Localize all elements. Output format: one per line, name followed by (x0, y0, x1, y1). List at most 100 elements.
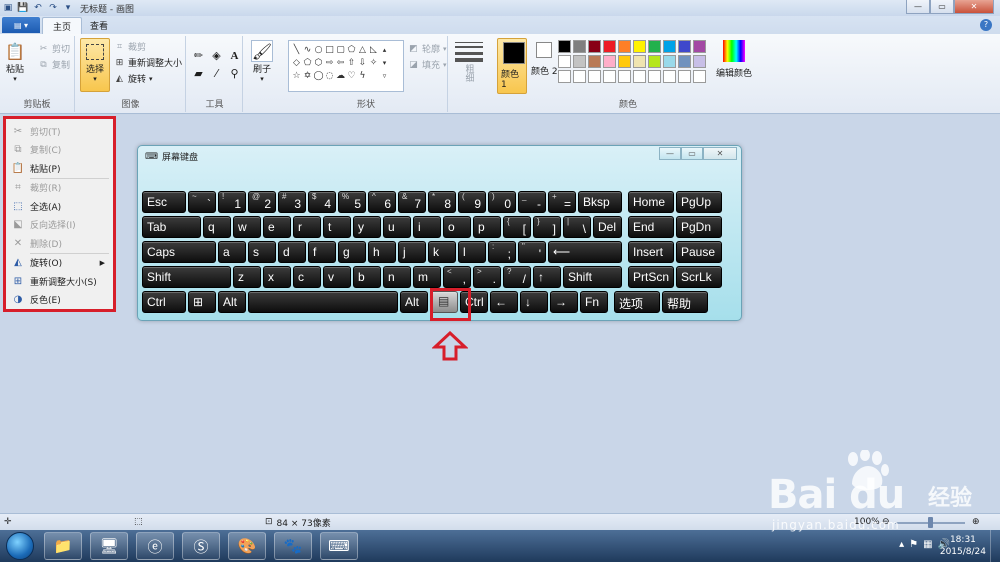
triangle-shape-icon[interactable]: △ (357, 43, 368, 56)
osk-key[interactable]: Pause (676, 241, 722, 263)
osk-key[interactable]: _ - (518, 191, 546, 213)
palette-swatch[interactable] (678, 70, 691, 83)
pentagon-shape-icon[interactable]: ⬠ (302, 56, 313, 69)
osk-key[interactable]: j (398, 241, 426, 263)
brushes-button[interactable]: 🖌 刷子 ▾ (251, 40, 273, 83)
minimize-button[interactable]: — (906, 0, 930, 14)
osk-key[interactable]: → (550, 291, 578, 313)
palette-swatch[interactable] (573, 40, 586, 53)
osk-key[interactable]: Alt (218, 291, 246, 313)
osk-key[interactable]: g (338, 241, 366, 263)
shapes-gallery[interactable]: ╲ ∿ ○ □ ▢ ⬠ △ ◺ ▴ ◇ ⬠ ⬡ ⇨ ⇦ ⇧ ⇩ ✧ ▾ ☆ ✡ ◯ ◌ ☁ ♡ ϟ ▿ (288, 40, 404, 92)
polygon-shape-icon[interactable]: ⬠ (346, 43, 357, 56)
osk-key[interactable]: Caps (142, 241, 216, 263)
palette-swatch[interactable] (558, 70, 571, 83)
osk-key[interactable]: t (323, 216, 351, 238)
osk-key[interactable]: <, (443, 266, 471, 288)
osk-key[interactable]: w (233, 216, 261, 238)
osk-key[interactable]: ⊞ (188, 291, 216, 313)
osk-close-button[interactable]: ✕ (703, 147, 737, 160)
paint-menu-button[interactable]: ▤ ▾ (2, 17, 40, 33)
osk-key[interactable]: Tab (142, 216, 201, 238)
context-menu-item[interactable]: ⧉ 复制(C) (8, 141, 111, 160)
palette-swatch[interactable] (663, 40, 676, 53)
context-menu-item[interactable]: ✕ 删除(D) (8, 234, 111, 253)
copy-button[interactable]: ⧉ 复制 (38, 58, 70, 72)
osk-key[interactable]: PrtScn (628, 266, 674, 288)
osk-key[interactable]: Insert (628, 241, 674, 263)
palette-swatch[interactable] (648, 70, 661, 83)
color-palette[interactable] (558, 40, 706, 83)
osk-key[interactable]: u (383, 216, 411, 238)
osk-key[interactable]: Del (593, 216, 622, 238)
right-arrow-shape-icon[interactable]: ⇨ (324, 56, 335, 69)
oval-shape-icon[interactable]: ○ (313, 43, 324, 56)
osk-key[interactable]: i (413, 216, 441, 238)
osk-key[interactable]: a (218, 241, 246, 263)
palette-swatch[interactable] (618, 55, 631, 68)
palette-swatch[interactable] (678, 55, 691, 68)
osk-key[interactable]: s (248, 241, 276, 263)
osk-key[interactable]: End (628, 216, 674, 238)
fill-bucket-icon[interactable]: ◈ (209, 48, 224, 63)
osk-key[interactable] (248, 291, 398, 313)
diamond-shape-icon[interactable]: ◇ (291, 56, 302, 69)
palette-swatch[interactable] (603, 40, 616, 53)
six-point-star-icon[interactable]: ✡ (302, 69, 313, 82)
five-point-star-icon[interactable]: ☆ (291, 69, 302, 82)
hexagon-shape-icon[interactable]: ⬡ (313, 56, 324, 69)
undo-icon[interactable]: ↶ (32, 2, 44, 14)
osk-minimize-button[interactable]: — (659, 147, 681, 160)
color2-button[interactable]: 颜色 2 (531, 42, 558, 77)
close-button[interactable]: ✕ (954, 0, 994, 14)
osk-key[interactable]: Esc (142, 191, 186, 213)
osk-key[interactable]: z (233, 266, 261, 288)
lightning-shape-icon[interactable]: ϟ (357, 69, 368, 82)
resize-button[interactable]: ⊞ 重新调整大小 (114, 56, 182, 70)
osk-taskbar-icon[interactable]: ⌨ (320, 532, 358, 560)
oval-callout-icon[interactable]: ◌ (324, 69, 335, 82)
system-clock[interactable]: 18:31 2015/8/24 (940, 534, 986, 558)
osk-key[interactable]: 选项 (614, 291, 660, 313)
palette-swatch[interactable] (648, 40, 661, 53)
palette-swatch[interactable] (663, 70, 676, 83)
scroll-down-icon[interactable]: ▾ (379, 56, 390, 69)
context-menu-item[interactable]: 📋 粘贴(P) (8, 159, 111, 178)
osk-key[interactable]: q (203, 216, 231, 238)
curve-shape-icon[interactable]: ∿ (302, 43, 313, 56)
outline-button[interactable]: ◩ 轮廓 ▾ (408, 42, 446, 56)
osk-key[interactable]: p (473, 216, 501, 238)
osk-key[interactable]: v (323, 266, 351, 288)
osk-key[interactable]: >. (473, 266, 501, 288)
palette-swatch[interactable] (693, 40, 706, 53)
osk-key[interactable]: ^ 6 (368, 191, 396, 213)
context-menu-item[interactable]: ⌗ 裁剪(R) (8, 179, 111, 198)
osk-key[interactable]: Shift (563, 266, 622, 288)
osk-key[interactable]: f (308, 241, 336, 263)
palette-swatch[interactable] (633, 55, 646, 68)
pencil-icon[interactable]: ✏ (191, 48, 206, 63)
control-panel-taskbar-icon[interactable]: 🖥 (90, 532, 128, 560)
osk-key[interactable]: (9 (458, 191, 486, 213)
osk-key[interactable]: r (293, 216, 321, 238)
osk-key[interactable]: {[ (503, 216, 531, 238)
paint-app-icon[interactable]: ▣ (2, 2, 14, 14)
sogou-taskbar-icon[interactable]: Ⓢ (182, 532, 220, 560)
line-shape-icon[interactable]: ╲ (291, 43, 302, 56)
palette-swatch[interactable] (558, 40, 571, 53)
rotate-button[interactable]: ◭ 旋转 ▾ (114, 72, 153, 86)
osk-key[interactable]: ↓ (520, 291, 548, 313)
tab-view[interactable]: 查看 (80, 17, 118, 34)
palette-swatch[interactable] (678, 40, 691, 53)
left-arrow-shape-icon[interactable]: ⇦ (335, 56, 346, 69)
osk-key[interactable]: ScrLk (676, 266, 722, 288)
palette-swatch[interactable] (648, 55, 661, 68)
palette-swatch[interactable] (693, 55, 706, 68)
palette-swatch[interactable] (573, 70, 586, 83)
cut-button[interactable]: ✂ 剪切 (38, 42, 70, 56)
edit-colors-button[interactable]: 编辑颜色 (716, 40, 752, 79)
osk-key[interactable]: Home (628, 191, 674, 213)
network-icon[interactable]: ▦ (923, 539, 932, 550)
osk-key[interactable]: PgUp (676, 191, 722, 213)
osk-key[interactable]: #3 (278, 191, 306, 213)
